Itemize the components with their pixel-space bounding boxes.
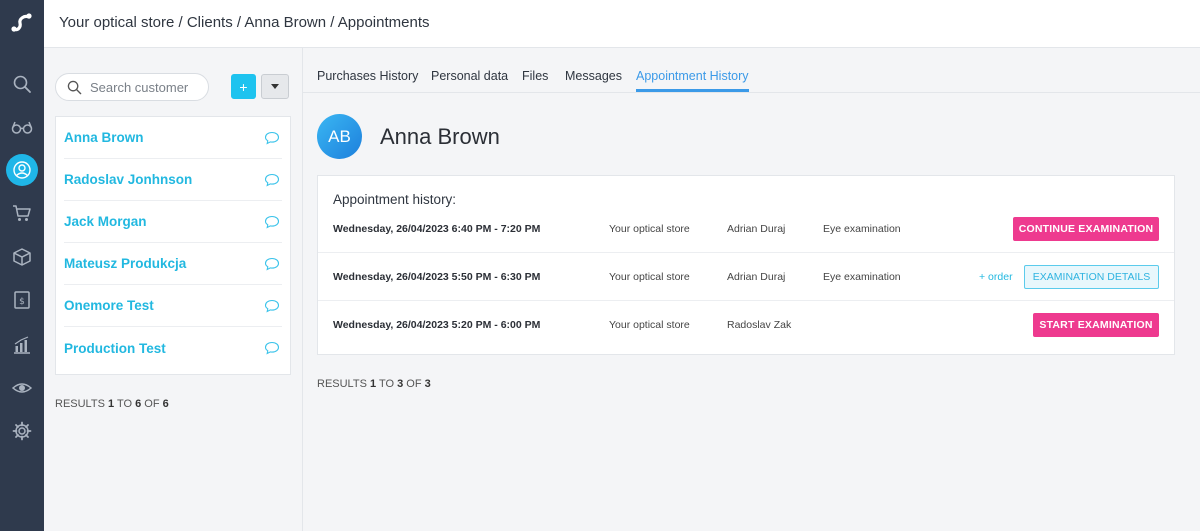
- message-icon[interactable]: [264, 173, 280, 187]
- appointment-history-card: Appointment history: Wednesday, 26/04/20…: [317, 175, 1175, 355]
- client-panel: + Anna Brown Radoslav Jonhnson Jack Morg…: [44, 48, 303, 531]
- cart-icon[interactable]: [0, 198, 44, 228]
- appointment-row: Wednesday, 26/04/2023 5:50 PM - 6:30 PM …: [318, 253, 1174, 301]
- message-icon[interactable]: [264, 299, 280, 313]
- box-icon[interactable]: [0, 242, 44, 272]
- appointment-store: Your optical store: [609, 319, 690, 331]
- appointment-row: Wednesday, 26/04/2023 5:20 PM - 6:00 PM …: [318, 301, 1174, 349]
- client-item[interactable]: Production Test: [64, 327, 282, 369]
- logo-icon[interactable]: [8, 9, 36, 35]
- client-item[interactable]: Onemore Test: [64, 285, 282, 327]
- tab-personal-data[interactable]: Personal data: [431, 69, 508, 83]
- client-item[interactable]: Radoslav Jonhnson: [64, 159, 282, 201]
- nav-rail: $: [0, 0, 44, 531]
- appointment-datetime: Wednesday, 26/04/2023 6:40 PM - 7:20 PM: [333, 223, 541, 235]
- client-list: Anna Brown Radoslav Jonhnson Jack Morgan…: [55, 116, 291, 375]
- tab-bar: Purchases History Personal data Files Me…: [303, 48, 1200, 93]
- results-count: RESULTS 1 TO 6 OF 6: [55, 398, 169, 410]
- breadcrumb: Your optical store / Clients / Anna Brow…: [59, 14, 430, 31]
- examination-details-button[interactable]: EXAMINATION DETAILS: [1024, 265, 1159, 289]
- top-bar: Your optical store / Clients / Anna Brow…: [44, 0, 1200, 48]
- client-name[interactable]: Onemore Test: [64, 298, 154, 313]
- appointment-type: Eye examination: [823, 271, 901, 283]
- appointment-store: Your optical store: [609, 271, 690, 283]
- client-item[interactable]: Mateusz Produkcja: [64, 243, 282, 285]
- appointment-doctor: Adrian Duraj: [727, 271, 786, 283]
- search-icon: [67, 80, 82, 95]
- search-box[interactable]: [55, 73, 209, 101]
- appointment-type: Eye examination: [823, 223, 901, 235]
- appointment-store: Your optical store: [609, 223, 690, 235]
- search-icon[interactable]: [0, 69, 44, 99]
- continue-examination-button[interactable]: CONTINUE EXAMINATION: [1013, 217, 1159, 241]
- appointment-datetime: Wednesday, 26/04/2023 5:20 PM - 6:00 PM: [333, 319, 541, 331]
- add-client-button[interactable]: +: [231, 74, 256, 99]
- client-name[interactable]: Jack Morgan: [64, 214, 147, 229]
- client-item[interactable]: Anna Brown: [64, 117, 282, 159]
- results-count: RESULTS 1 TO 3 OF 3: [317, 378, 431, 390]
- tab-messages[interactable]: Messages: [565, 69, 622, 83]
- main-content: Purchases History Personal data Files Me…: [303, 48, 1200, 531]
- start-examination-button[interactable]: START EXAMINATION: [1033, 313, 1159, 337]
- svg-text:$: $: [19, 297, 25, 307]
- more-options-button[interactable]: [261, 74, 289, 99]
- client-name[interactable]: Anna Brown: [64, 130, 144, 145]
- message-icon[interactable]: [264, 131, 280, 145]
- tab-purchases-history[interactable]: Purchases History: [317, 69, 418, 83]
- page-title: Anna Brown: [380, 124, 500, 149]
- message-icon[interactable]: [264, 215, 280, 229]
- invoice-icon[interactable]: $: [0, 285, 44, 315]
- client-name[interactable]: Production Test: [64, 341, 166, 356]
- message-icon[interactable]: [264, 257, 280, 271]
- active-tab-indicator: [636, 89, 749, 92]
- glasses-icon[interactable]: [0, 112, 44, 142]
- gear-icon[interactable]: [0, 416, 44, 446]
- message-icon[interactable]: [264, 341, 280, 355]
- appointment-doctor: Radoslav Zak: [727, 319, 792, 331]
- client-name[interactable]: Mateusz Produkcja: [64, 256, 186, 271]
- search-input[interactable]: [90, 74, 205, 100]
- user-icon[interactable]: [0, 154, 44, 186]
- eye-icon[interactable]: [0, 373, 44, 403]
- add-order-link[interactable]: + order: [979, 253, 1013, 301]
- avatar: AB: [317, 114, 362, 159]
- tab-appointment-history[interactable]: Appointment History: [636, 69, 749, 83]
- caret-down-icon: [271, 84, 279, 89]
- appointment-doctor: Adrian Duraj: [727, 223, 786, 235]
- chart-icon[interactable]: [0, 330, 44, 360]
- client-item[interactable]: Jack Morgan: [64, 201, 282, 243]
- client-name[interactable]: Radoslav Jonhnson: [64, 172, 192, 187]
- appointment-datetime: Wednesday, 26/04/2023 5:50 PM - 6:30 PM: [333, 271, 541, 283]
- tab-files[interactable]: Files: [522, 69, 548, 83]
- appointment-row: Wednesday, 26/04/2023 6:40 PM - 7:20 PM …: [318, 205, 1174, 253]
